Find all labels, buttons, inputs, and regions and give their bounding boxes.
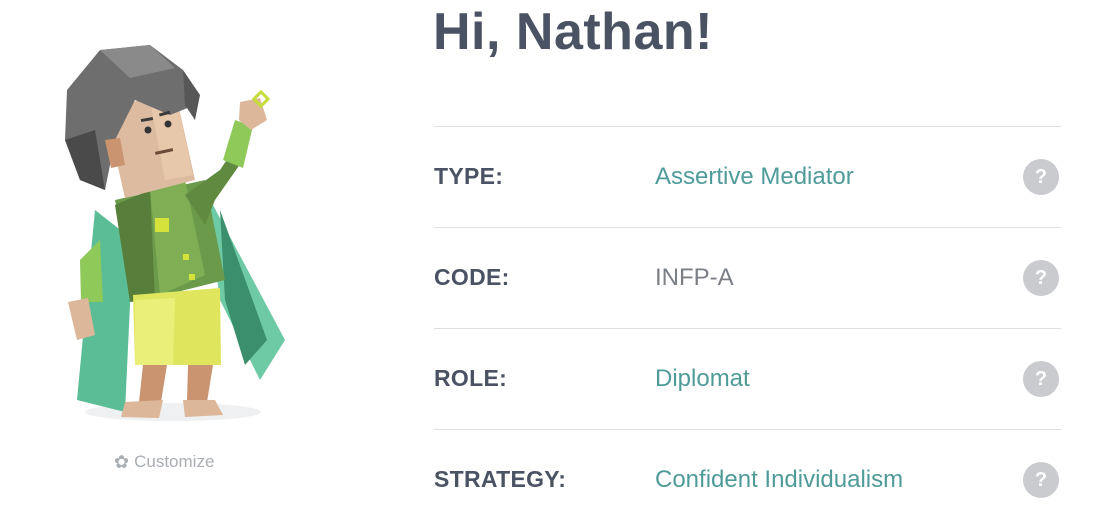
- gear-icon: ✿: [114, 452, 130, 472]
- profile-row-code: CODE: INFP-A ?: [434, 227, 1061, 328]
- type-help-button[interactable]: ?: [1023, 159, 1059, 195]
- type-label: TYPE:: [434, 163, 504, 189]
- customize-button[interactable]: ✿ Customize: [114, 452, 214, 472]
- profile-table: TYPE: Assertive Mediator ? CODE: INFP-A …: [434, 126, 1061, 530]
- role-value[interactable]: Diplomat: [655, 365, 750, 393]
- avatar: [55, 40, 300, 430]
- character-illustration: [65, 45, 285, 421]
- page-title: Hi, Nathan!: [433, 3, 713, 61]
- profile-row-role: ROLE: Diplomat ?: [434, 328, 1061, 429]
- strategy-label: STRATEGY:: [434, 466, 567, 492]
- role-label: ROLE:: [434, 365, 508, 391]
- code-help-button[interactable]: ?: [1023, 260, 1059, 296]
- profile-row-type: TYPE: Assertive Mediator ?: [434, 126, 1061, 227]
- strategy-help-button[interactable]: ?: [1023, 462, 1059, 498]
- profile-row-strategy: STRATEGY: Confident Individualism ?: [434, 429, 1061, 530]
- strategy-value[interactable]: Confident Individualism: [655, 466, 903, 494]
- code-value: INFP-A: [655, 264, 734, 291]
- type-value[interactable]: Assertive Mediator: [655, 163, 854, 191]
- role-help-button[interactable]: ?: [1023, 361, 1059, 397]
- code-label: CODE:: [434, 264, 510, 290]
- customize-label: Customize: [134, 452, 215, 471]
